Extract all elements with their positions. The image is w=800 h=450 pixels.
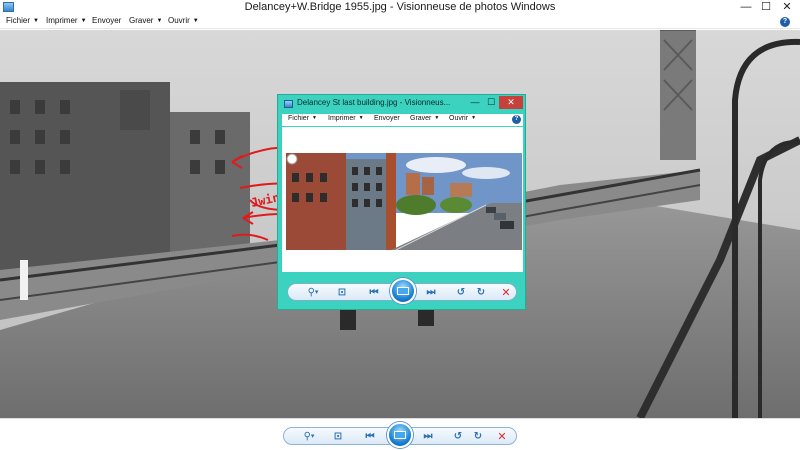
inner-window-title: Delancey St last building.jpg - Visionne… <box>297 98 451 107</box>
inner-menu-fichier[interactable]: Fichier ▼ <box>288 115 317 122</box>
chevron-down-icon: ▼ <box>471 115 477 121</box>
inner-menu-envoyer[interactable]: Envoyer <box>374 115 400 122</box>
inner-fit-window-button[interactable]: ⊡ <box>335 285 349 299</box>
rotate-left-icon: ↺ <box>456 286 466 298</box>
delete-icon: ✕ <box>501 286 511 299</box>
inner-rotate-left-button[interactable]: ↺ <box>454 285 468 299</box>
street-photo-image <box>286 153 522 250</box>
inner-help-icon[interactable]: ? <box>512 115 521 124</box>
inner-previous-button[interactable]: ⏮ <box>366 285 382 299</box>
next-icon: ⏭ <box>426 286 436 298</box>
rotate-right-icon: ↻ <box>476 286 486 298</box>
inner-menu-imprimer[interactable]: Imprimer ▼ <box>328 115 364 122</box>
inner-minimize-button[interactable]: — <box>467 96 483 109</box>
inner-menu-ouvrir[interactable]: Ouvrir ▼ <box>449 115 476 122</box>
inner-next-button[interactable]: ⏭ <box>423 285 439 299</box>
inner-photo-area <box>282 127 523 272</box>
inner-menu-bar: Fichier ▼ Imprimer ▼ Envoyer Graver ▼ Ouvri… <box>282 114 523 126</box>
inner-maximize-button[interactable]: ☐ <box>483 96 499 109</box>
previous-icon: ⏮ <box>369 286 379 298</box>
inner-photo <box>286 153 522 250</box>
chevron-down-icon: ▼ <box>358 115 364 121</box>
photo-viewer-app-icon[interactable] <box>284 100 293 108</box>
slideshow-icon <box>397 287 409 295</box>
map-pin-icon <box>286 153 298 165</box>
inner-close-button[interactable]: ✕ <box>499 96 523 109</box>
chevron-down-icon: ▼ <box>312 115 317 121</box>
inner-slideshow-button[interactable] <box>390 278 416 304</box>
inner-delete-button[interactable]: ✕ <box>499 285 513 299</box>
chevron-down-icon: ▼ <box>434 115 440 121</box>
inner-control-bar: ⚲ ▾ ⊡ ⏮ ⏭ ↺ ↻ ✕ <box>282 275 523 307</box>
inner-menu-graver[interactable]: Graver ▼ <box>410 115 439 122</box>
fit-icon: ⊡ <box>337 286 347 298</box>
chevron-down-icon: ▾ <box>314 289 319 296</box>
inner-zoom-button[interactable]: ⚲ ▾ <box>302 285 324 299</box>
inner-rotate-right-button[interactable]: ↻ <box>474 285 488 299</box>
inner-photo-viewer-window[interactable]: Delancey St last building.jpg - Visionne… <box>277 94 526 310</box>
zoom-icon: ⚲ <box>307 286 315 298</box>
